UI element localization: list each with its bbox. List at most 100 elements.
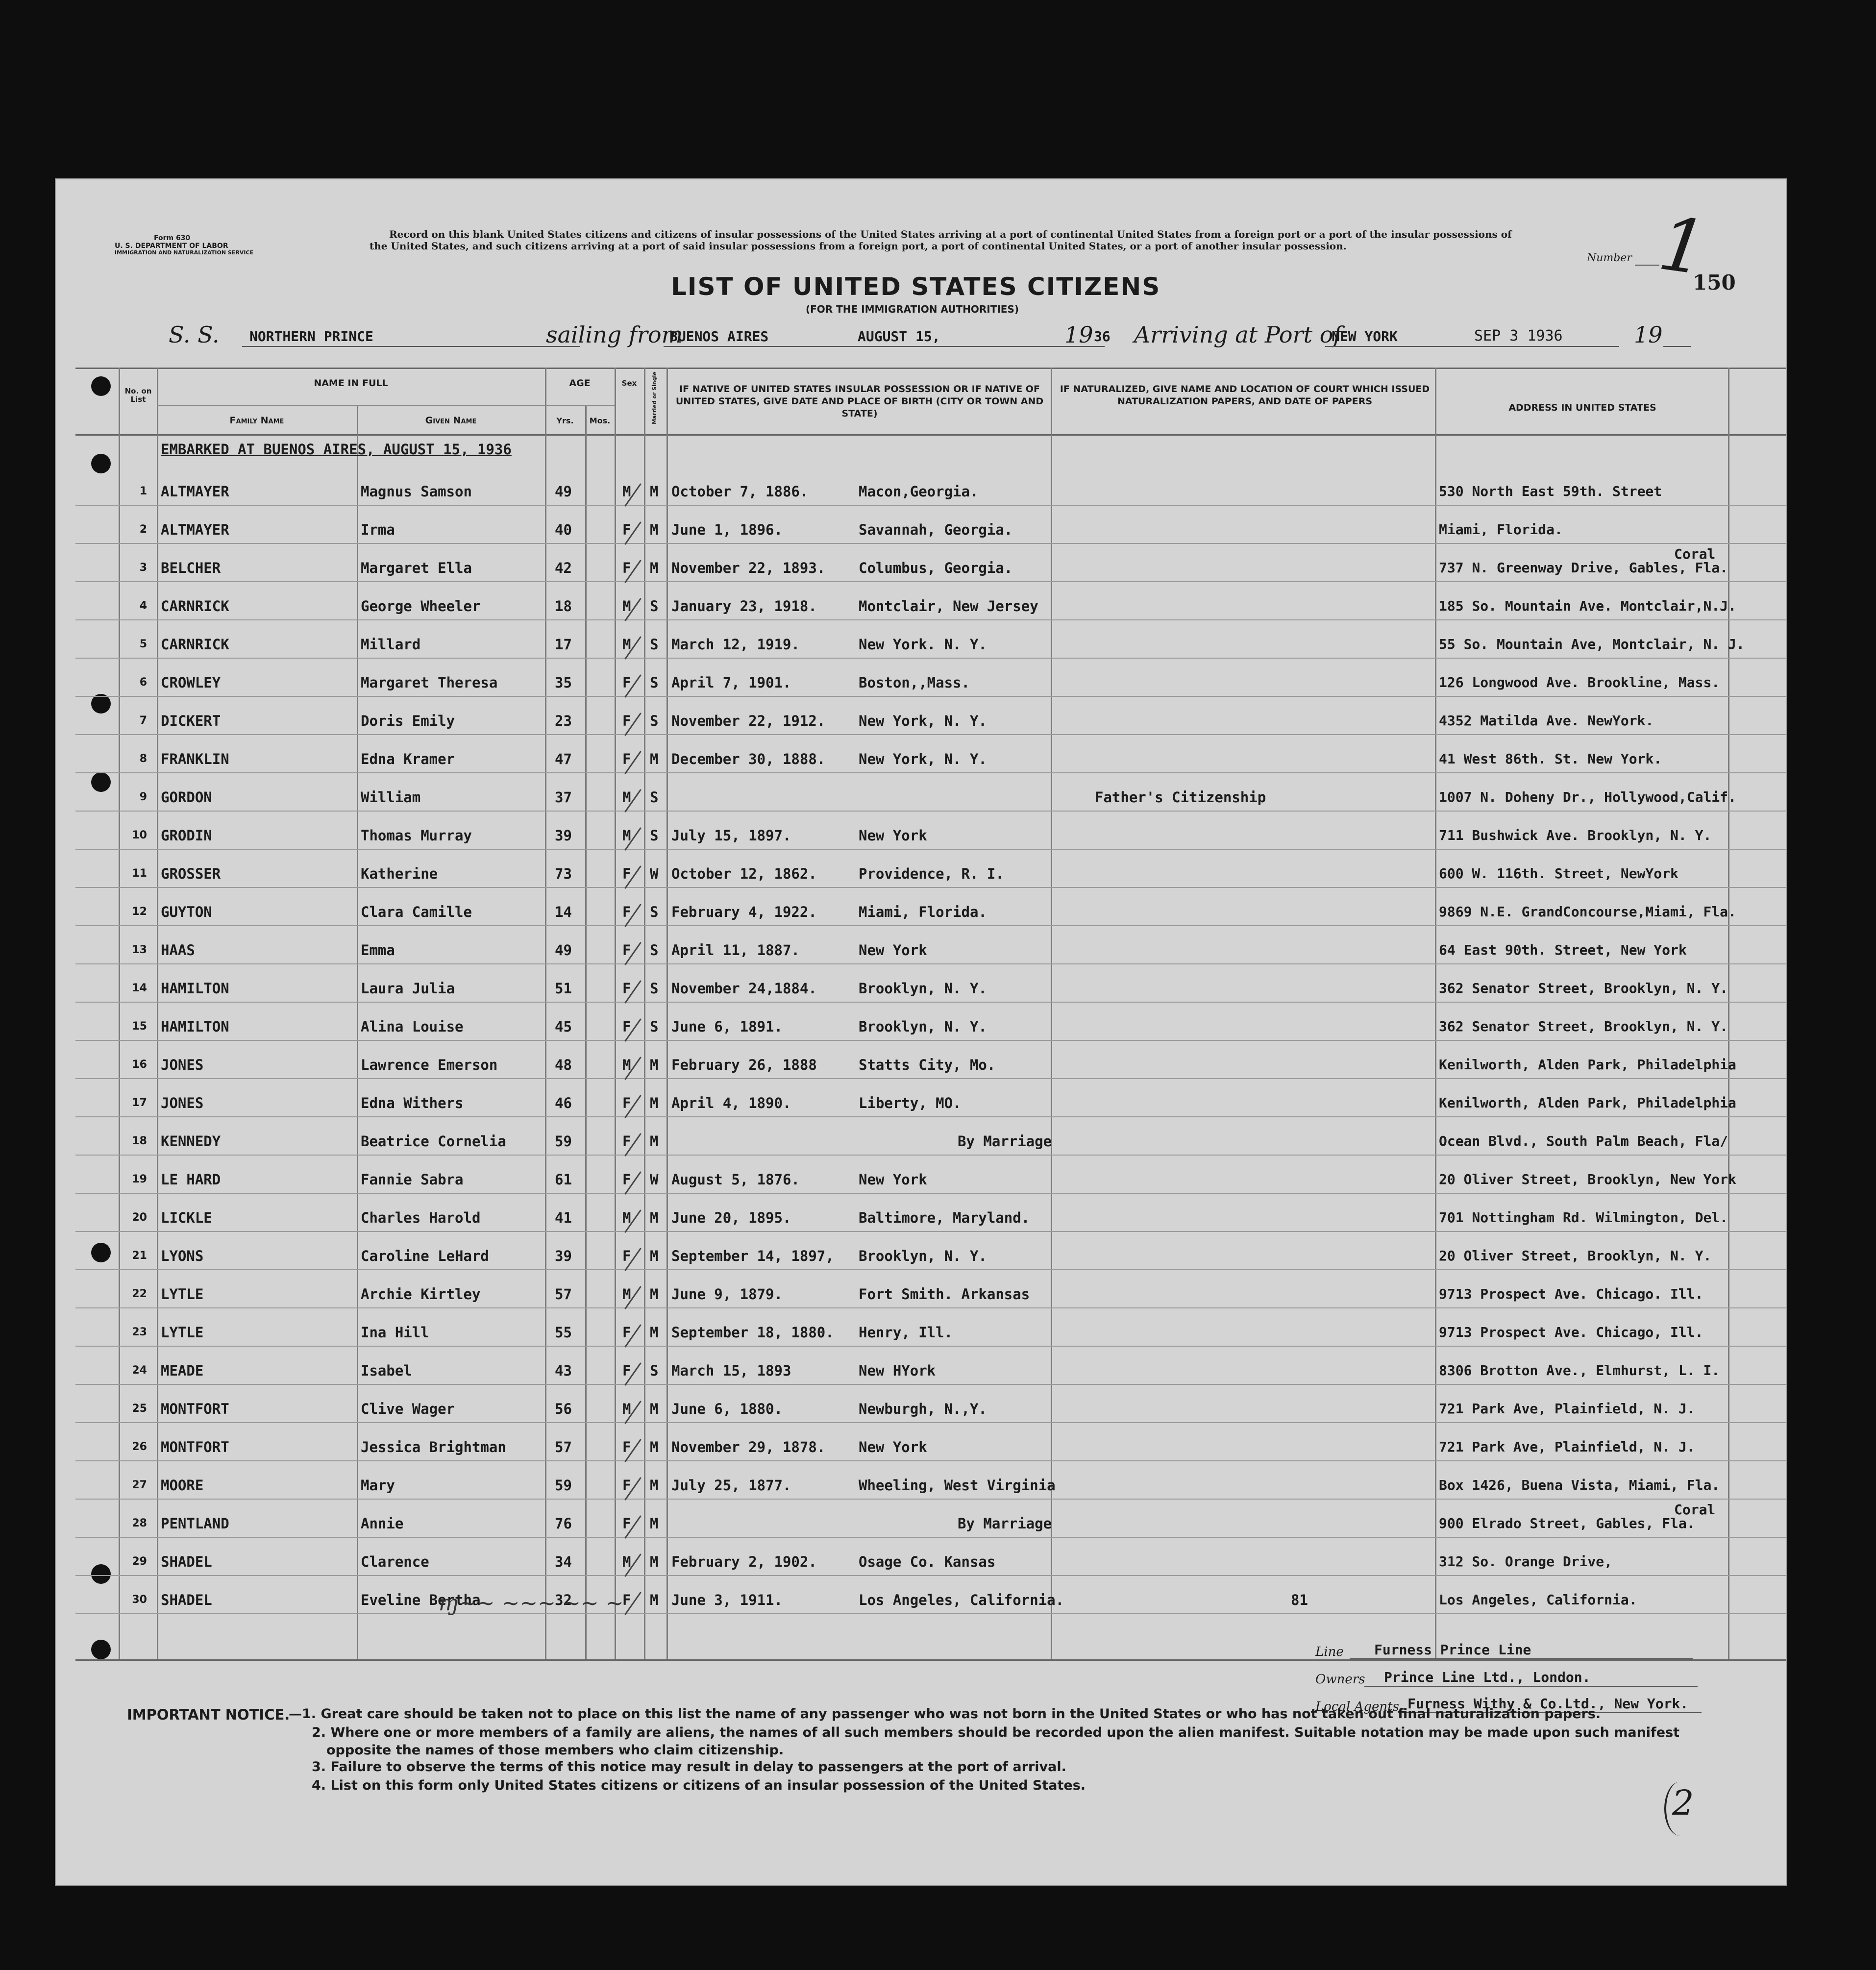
row-number: 5 (139, 638, 147, 650)
given-name: Katherine (361, 865, 438, 882)
birth-date: August 5, 1876. (671, 1171, 800, 1188)
col-header-married: Married or Single (651, 371, 658, 424)
col-header-mos: Mos. (589, 416, 611, 425)
family-name: KENNEDY (161, 1133, 221, 1150)
year-suffix: 36 (1094, 328, 1111, 345)
row-rule (75, 1422, 1786, 1423)
sailing-label: sailing from (546, 321, 683, 348)
marital-status: S (650, 1362, 659, 1379)
address: 721 Park Ave, Plainfield, N. J. (1439, 1439, 1695, 1455)
col-header-family: Family Name (229, 415, 284, 426)
birth-date: October 7, 1886. (671, 483, 809, 500)
family-name: CROWLEY (161, 674, 221, 691)
birth-place: Brooklyn, N. Y. (859, 1018, 987, 1035)
row-number: 25 (132, 1403, 147, 1415)
marital-status: S (650, 980, 659, 997)
row-rule (75, 505, 1786, 506)
age-years: 48 (555, 1057, 572, 1073)
given-name: Alina Louise (361, 1018, 464, 1035)
row-number: 1 (139, 485, 147, 497)
row-rule (75, 1346, 1786, 1347)
marital-status: S (650, 598, 659, 615)
year-prefix: 19 (1064, 321, 1093, 348)
family-name: BELCHER (161, 560, 221, 576)
birth-place: Osage Co. Kansas (859, 1553, 996, 1570)
marital-status: M (650, 1515, 659, 1532)
marital-status: S (650, 827, 659, 844)
marital-status: M (650, 1248, 659, 1264)
age-years: 34 (555, 1553, 572, 1570)
arrival-date: SEP 3 1936 (1474, 327, 1563, 345)
row-number: 12 (132, 906, 147, 918)
address: 600 W. 116th. Street, NewYork (1439, 865, 1679, 882)
given-name: Margaret Ella (361, 560, 472, 576)
age-years: 76 (555, 1515, 572, 1532)
family-name: GRODIN (161, 827, 212, 844)
age-years: 47 (555, 751, 572, 767)
row-rule (75, 1193, 1786, 1194)
marital-status: W (650, 1171, 659, 1188)
birth-place: Macon,Georgia. (859, 483, 979, 500)
address: 20 Oliver Street, Brooklyn, N. Y. (1439, 1248, 1712, 1264)
birth-place: New York (859, 827, 927, 844)
col-header-naturalized: IF NATURALIZED, GIVE NAME AND LOCATION O… (1060, 384, 1430, 407)
marital-status: M (650, 521, 659, 538)
given-name: Irma (361, 521, 395, 538)
given-name: Emma (361, 942, 395, 959)
row-rule (75, 772, 1786, 773)
row-number: 18 (132, 1135, 147, 1147)
marital-status: M (650, 560, 659, 576)
family-name: CARNRICK (161, 598, 229, 615)
family-name: FRANKLIN (161, 751, 229, 767)
given-name: Isabel (361, 1362, 412, 1379)
family-name: HAMILTON (161, 980, 229, 997)
row-number: 6 (139, 676, 147, 689)
family-name: LYTLE (161, 1286, 204, 1303)
birth-date: January 23, 1918. (671, 598, 817, 615)
row-number: 15 (132, 1020, 147, 1033)
row-number: 27 (132, 1479, 147, 1491)
col-header-no: No. on List (124, 387, 152, 404)
row-number: 10 (132, 829, 147, 841)
given-name: Mary (361, 1477, 395, 1494)
sailing-from: BUENOS AIRES (669, 328, 769, 345)
given-name: Edna Kramer (361, 751, 455, 767)
age-years: 46 (555, 1095, 572, 1111)
punch-hole (91, 376, 111, 396)
page-number: 150 (1693, 271, 1736, 295)
given-name: Caroline LeHard (361, 1248, 489, 1264)
birth-place: New HYork (859, 1362, 936, 1379)
birth-place: Montclair, New Jersey (859, 598, 1038, 615)
notice-title: IMPORTANT NOTICE. (127, 1706, 290, 1723)
given-name: Jessica Brightman (361, 1439, 506, 1455)
family-name: LYTLE (161, 1324, 204, 1341)
address: Los Angeles, California. (1439, 1592, 1637, 1608)
birth-place: By Marriage (958, 1133, 1052, 1150)
address: 126 Longwood Ave. Brookline, Mass. (1439, 674, 1720, 690)
service: IMMIGRATION AND NATURALIZATION SERVICE (115, 249, 254, 256)
age-years: 59 (555, 1477, 572, 1494)
marital-status: W (650, 865, 659, 882)
address: 8306 Brotton Ave., Elmhurst, L. I. (1439, 1362, 1720, 1379)
marital-status: M (650, 1057, 659, 1073)
notice-1: —1. Great care should be taken not to pl… (289, 1706, 1601, 1722)
address: Miami, Florida. (1439, 521, 1563, 538)
age-years: 40 (555, 521, 572, 538)
age-years: 57 (555, 1439, 572, 1455)
family-name: LYONS (161, 1248, 204, 1264)
address: 9713 Prospect Ave. Chicago. Ill. (1439, 1286, 1703, 1302)
age-years: 42 (555, 560, 572, 576)
birth-place: Brooklyn, N. Y. (859, 980, 987, 997)
age-years: 61 (555, 1171, 572, 1188)
birth-place: New York (859, 1439, 927, 1455)
ss-label: S. S. (169, 321, 220, 348)
arriving-label: Arriving at Port of (1134, 321, 1342, 348)
row-number: 21 (132, 1250, 147, 1262)
marital-status: M (650, 1439, 659, 1455)
age-years: 57 (555, 1286, 572, 1303)
birth-place: Boston,,Mass. (859, 674, 970, 691)
birth-place: Wheeling, West Virginia (859, 1477, 1056, 1494)
age-years: 43 (555, 1362, 572, 1379)
sailing-date: AUGUST 15, (858, 328, 940, 345)
family-name: JONES (161, 1095, 204, 1111)
